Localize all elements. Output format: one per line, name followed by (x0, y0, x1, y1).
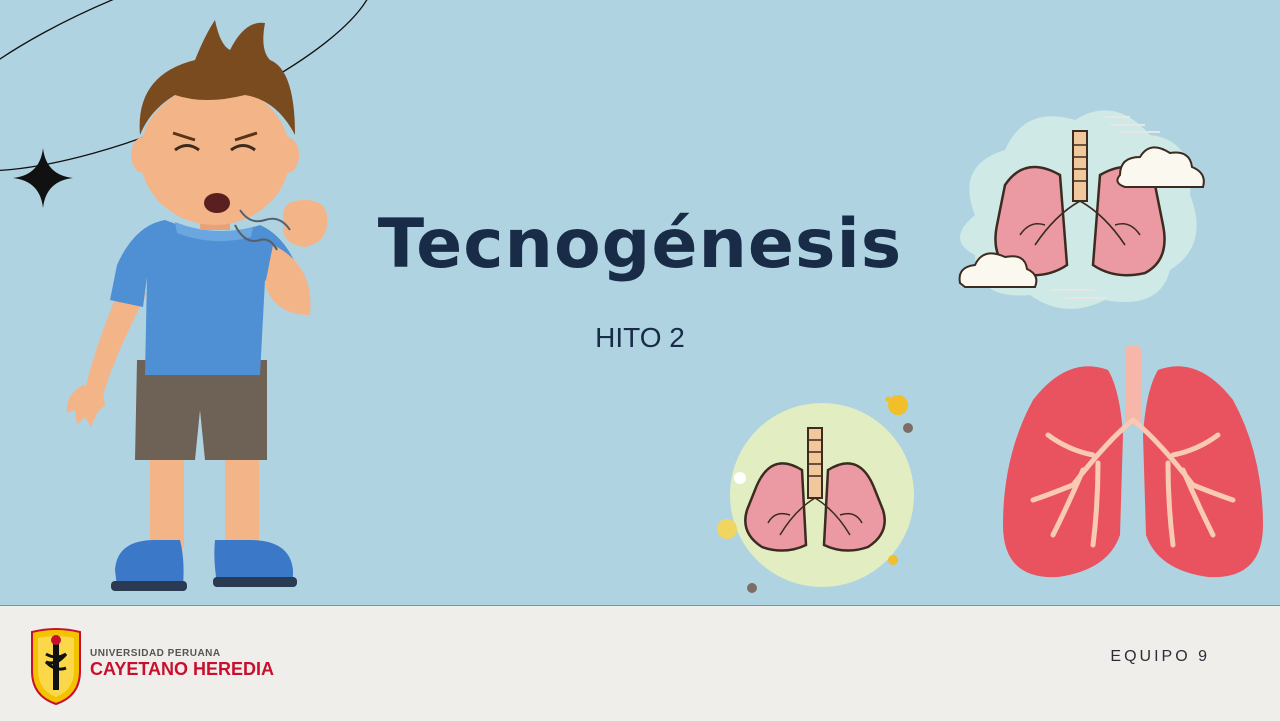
slide-canvas: Tecnogénesis HITO 2 (0, 0, 1280, 605)
university-logo: UNIVERSIDAD PERUANA CAYETANO HEREDIA (28, 626, 288, 706)
lungs-red-illustration (1003, 345, 1263, 578)
coughing-boy (66, 20, 328, 591)
team-label: EQUIPO 9 (1110, 648, 1210, 665)
university-shield-logo (31, 628, 81, 706)
university-name-line1: UNIVERSIDAD PERUANA (90, 648, 221, 659)
university-name-line2: CAYETANO HEREDIA (90, 659, 275, 679)
slide-title: Tecnogénesis (377, 205, 903, 284)
slide-subtitle: HITO 2 (595, 322, 685, 353)
lungs-circle-illustration (717, 395, 914, 593)
lungs-cloud-illustration (958, 110, 1205, 309)
footer-bar: UNIVERSIDAD PERUANA CAYETANO HEREDIA EQU… (0, 605, 1280, 721)
